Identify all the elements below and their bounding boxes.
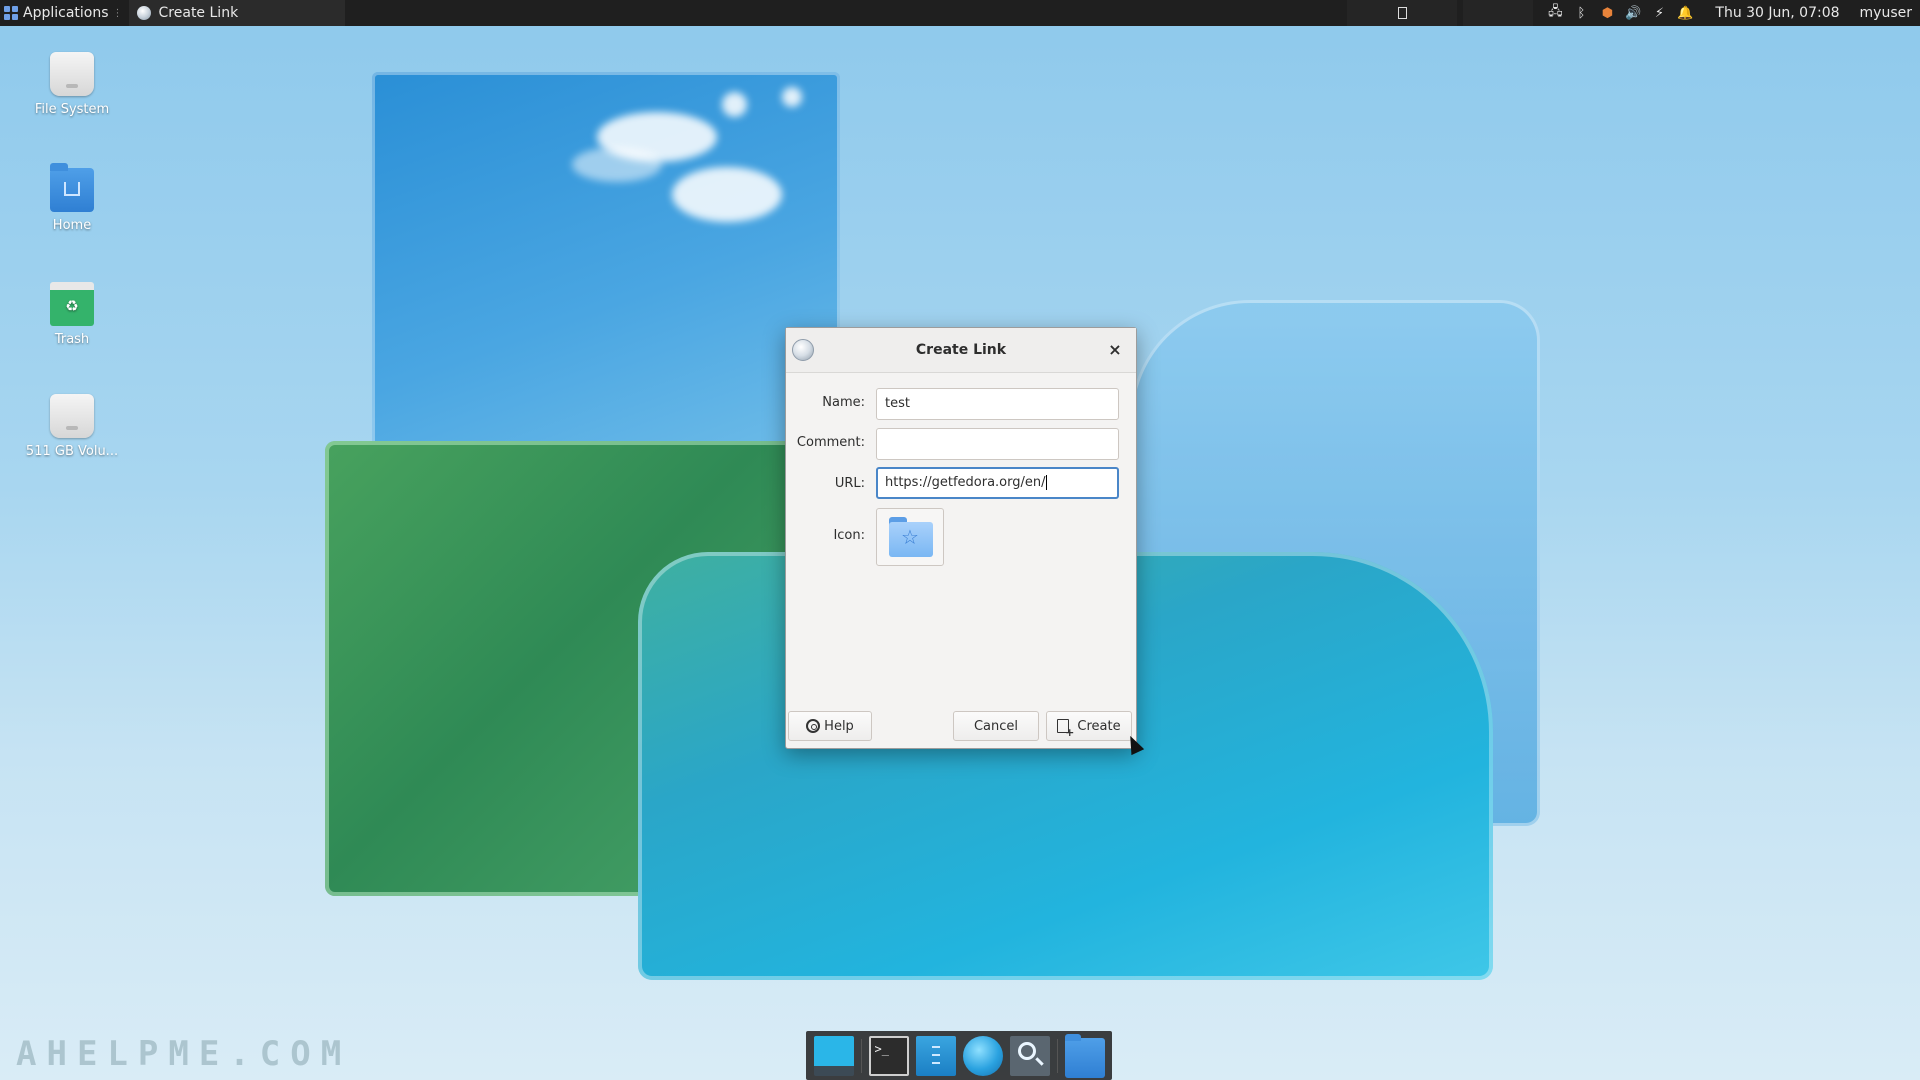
dock-separator [1056, 1038, 1058, 1073]
web-browser-icon[interactable] [962, 1035, 1003, 1076]
desktop-icon-label: Trash [54, 332, 90, 347]
desktop-icon-file-system[interactable]: File System [17, 52, 127, 117]
help-icon [806, 719, 821, 733]
url-value: https://getfedora.org/en/ [885, 475, 1046, 490]
dock-separator [860, 1038, 862, 1073]
terminal-icon[interactable]: >_ [868, 1035, 909, 1076]
icon-picker-button[interactable]: ☆ [876, 508, 944, 566]
comment-label: Comment: [796, 435, 865, 450]
create-button[interactable]: Create [1046, 711, 1132, 741]
watermark: AHELPME.COM [16, 1034, 352, 1074]
help-button-label: Help [824, 718, 854, 734]
url-field[interactable]: https://getfedora.org/en/ [876, 467, 1119, 499]
globe-icon [792, 339, 814, 361]
globe-icon [136, 6, 151, 20]
close-icon[interactable]: × [1104, 339, 1126, 361]
clock[interactable]: Thu 30 Jun, 07:08 [1715, 5, 1839, 21]
clipboard-icon[interactable] [1397, 7, 1407, 19]
taskbar-item-label: Create Link [158, 5, 239, 21]
comment-field[interactable] [876, 428, 1119, 460]
tray-blank-area [1463, 0, 1534, 26]
icon-label: Icon: [833, 528, 865, 543]
create-button-label: Create [1077, 718, 1121, 734]
taskbar-item-create-link[interactable]: Create Link [128, 0, 345, 26]
volume-icon[interactable]: 🔊 [1625, 5, 1641, 21]
menu-separator-icon: ⋮ [112, 7, 123, 19]
dialog-title: Create Link [915, 342, 1007, 358]
desktop-icon-label: File System [34, 102, 110, 117]
power-icon[interactable]: ⚡ [1651, 5, 1667, 21]
file-manager-icon[interactable] [915, 1035, 956, 1076]
xfce-logo-icon [4, 6, 18, 20]
terminal-prompt: >_ [874, 1041, 889, 1056]
system-tray: 🖧 ᛒ ⬢ 🔊 ⚡ 🔔 Thu 30 Jun, 07:08 myuser [1547, 0, 1920, 26]
help-button[interactable]: Help [788, 711, 872, 741]
desktop-icon-label: Home [52, 218, 92, 233]
tray-plugin-area[interactable] [1347, 0, 1458, 26]
folder-icon[interactable] [1064, 1033, 1105, 1078]
name-label: Name: [822, 395, 865, 410]
home-folder-icon [50, 163, 94, 212]
updates-shield-icon[interactable]: ⬢ [1599, 5, 1615, 21]
text-caret [1045, 475, 1047, 490]
desktop-icon-home[interactable]: Home [17, 163, 127, 233]
cancel-button[interactable]: Cancel [953, 711, 1039, 741]
favorites-folder-icon: ☆ [889, 517, 933, 557]
drive-icon [50, 52, 94, 96]
desktop-icon-label: 511 GB Volu... [25, 444, 119, 459]
dialog-titlebar[interactable]: Create Link × [786, 328, 1136, 373]
name-field[interactable]: test [876, 388, 1119, 420]
trash-icon: ♻ [50, 282, 94, 326]
user-menu[interactable]: myuser [1860, 5, 1912, 21]
notification-bell-icon[interactable]: 🔔 [1677, 5, 1693, 21]
url-label: URL: [834, 476, 865, 491]
network-icon[interactable]: 🖧 [1547, 4, 1563, 21]
desktop-icon-volume[interactable]: 511 GB Volu... [17, 394, 127, 459]
wallpaper-back-panel [372, 72, 840, 482]
bluetooth-icon[interactable]: ᛒ [1573, 5, 1589, 21]
top-panel: Applications ⋮ Create Link 🖧 ᛒ ⬢ 🔊 ⚡ 🔔 T… [0, 0, 1920, 26]
app-finder-icon[interactable] [1009, 1035, 1050, 1076]
show-desktop-icon[interactable] [813, 1035, 854, 1076]
new-document-icon [1057, 719, 1074, 738]
cancel-button-label: Cancel [973, 718, 1019, 734]
desktop-icon-trash[interactable]: ♻ Trash [17, 282, 127, 347]
applications-label: Applications [23, 5, 109, 21]
dock: >_ [806, 1031, 1112, 1080]
applications-menu[interactable]: Applications ⋮ [0, 0, 129, 26]
drive-icon [50, 394, 94, 438]
